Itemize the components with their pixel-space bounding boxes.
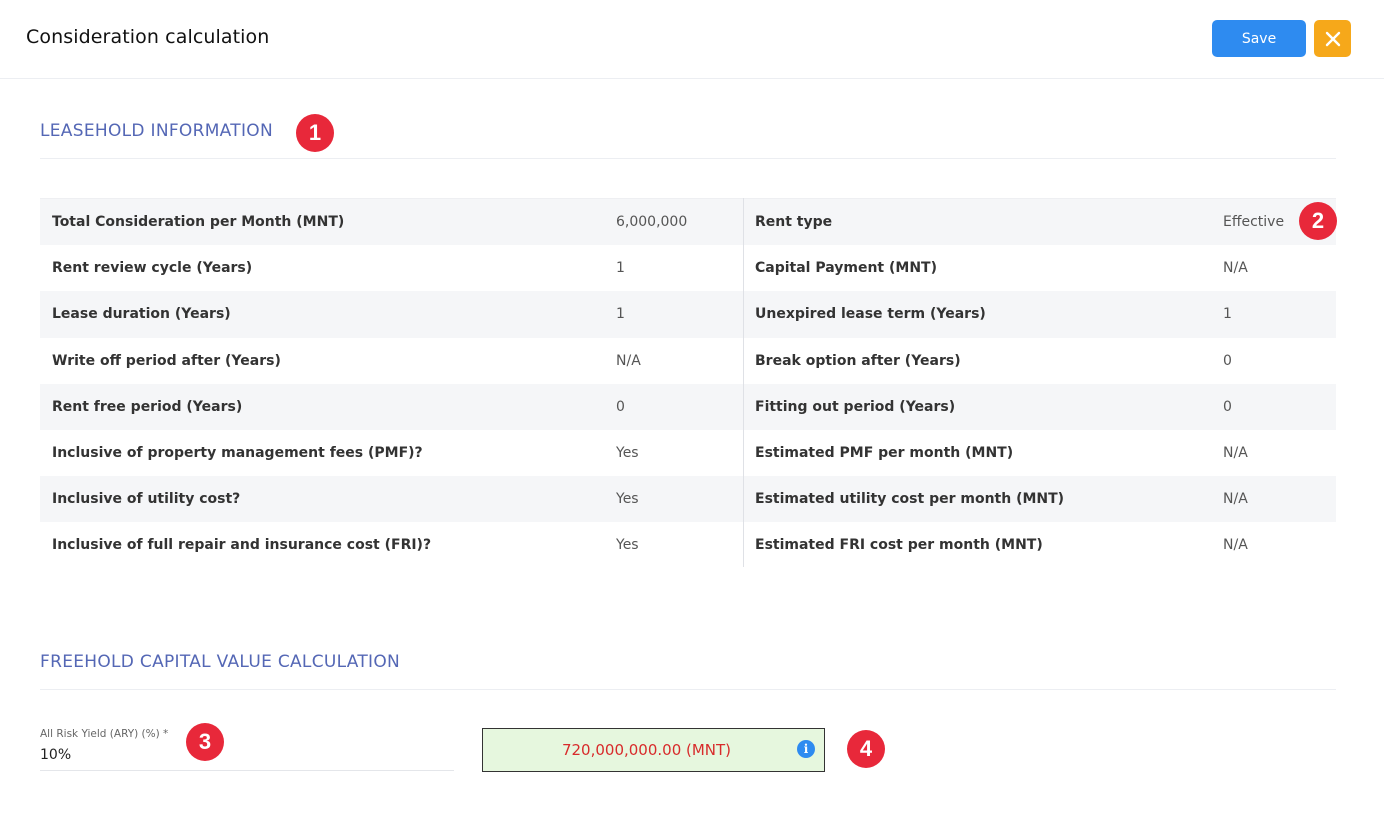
row-value: Yes	[616, 445, 639, 462]
table-row: Write off period after (Years) N/A Break…	[40, 338, 1336, 384]
row-label: Estimated FRI cost per month (MNT)	[755, 537, 1043, 554]
table-row: Lease duration (Years) 1 Unexpired lease…	[40, 291, 1336, 338]
info-icon[interactable]: i	[797, 740, 815, 758]
row-value: 0	[1223, 398, 1232, 415]
annotation-badge-2: 2	[1299, 202, 1337, 240]
row-value: N/A	[1223, 537, 1248, 554]
row-label: Unexpired lease term (Years)	[755, 306, 986, 323]
row-label: Rent review cycle (Years)	[52, 260, 253, 277]
row-value: N/A	[616, 352, 641, 369]
table-column-divider	[743, 198, 744, 567]
row-label: Estimated utility cost per month (MNT)	[755, 491, 1065, 508]
row-value: N/A	[1223, 260, 1248, 277]
row-label: Inclusive of utility cost?	[52, 491, 241, 508]
row-value: 6,000,000	[616, 214, 688, 231]
ary-field-label: All Risk Yield (ARY) (%) *	[40, 728, 169, 740]
row-label: Write off period after (Years)	[52, 352, 281, 369]
table-row: Rent review cycle (Years) 1 Capital Paym…	[40, 245, 1336, 291]
save-button[interactable]: Save	[1212, 20, 1306, 57]
page-title: Consideration calculation	[26, 26, 270, 48]
capital-value-result: 720,000,000.00 (MNT)	[482, 728, 825, 772]
freehold-section-title: FREEHOLD CAPITAL VALUE CALCULATION	[40, 652, 401, 672]
table-row: Total Consideration per Month (MNT) 6,00…	[40, 199, 1336, 246]
row-value: 1	[616, 306, 625, 323]
leasehold-info-table: Total Consideration per Month (MNT) 6,00…	[40, 198, 1336, 569]
row-label: Lease duration (Years)	[52, 306, 231, 323]
annotation-badge-3: 3	[186, 723, 224, 761]
row-label: Capital Payment (MNT)	[755, 260, 937, 277]
row-value: N/A	[1223, 445, 1248, 462]
row-label: Break option after (Years)	[755, 352, 961, 369]
row-label: Fitting out period (Years)	[755, 398, 956, 415]
row-label: Rent type	[755, 214, 833, 231]
table-row: Inclusive of full repair and insurance c…	[40, 522, 1336, 568]
close-button[interactable]	[1314, 20, 1351, 57]
close-icon	[1325, 31, 1340, 46]
leasehold-section-title: LEASEHOLD INFORMATION	[40, 121, 273, 141]
row-value: 1	[1223, 306, 1232, 323]
row-value: Yes	[616, 537, 639, 554]
leasehold-section-divider	[40, 158, 1336, 159]
table-row: Inclusive of utility cost? Yes Estimated…	[40, 476, 1336, 523]
row-value: 0	[616, 398, 625, 415]
annotation-badge-4: 4	[847, 730, 885, 768]
row-value: 1	[616, 260, 625, 277]
row-label: Total Consideration per Month (MNT)	[52, 214, 345, 231]
table-row: Rent free period (Years) 0 Fitting out p…	[40, 383, 1336, 430]
annotation-badge-1: 1	[296, 114, 334, 152]
row-label: Inclusive of full repair and insurance c…	[52, 537, 432, 554]
capital-value-text: 720,000,000.00 (MNT)	[561, 741, 732, 759]
row-value: Effective	[1223, 214, 1285, 231]
row-label: Rent free period (Years)	[52, 398, 243, 415]
row-label: Inclusive of property management fees (P…	[52, 445, 423, 462]
freehold-section-divider	[40, 689, 1336, 690]
row-value: Yes	[616, 491, 639, 508]
row-label: Estimated PMF per month (MNT)	[755, 445, 1014, 462]
row-value: N/A	[1223, 491, 1248, 508]
row-value: 0	[1223, 352, 1232, 369]
page-header: Consideration calculation Save	[0, 0, 1384, 79]
ary-input-underline	[40, 770, 454, 771]
table-row: Inclusive of property management fees (P…	[40, 430, 1336, 476]
ary-input[interactable]: 10%	[40, 747, 71, 763]
